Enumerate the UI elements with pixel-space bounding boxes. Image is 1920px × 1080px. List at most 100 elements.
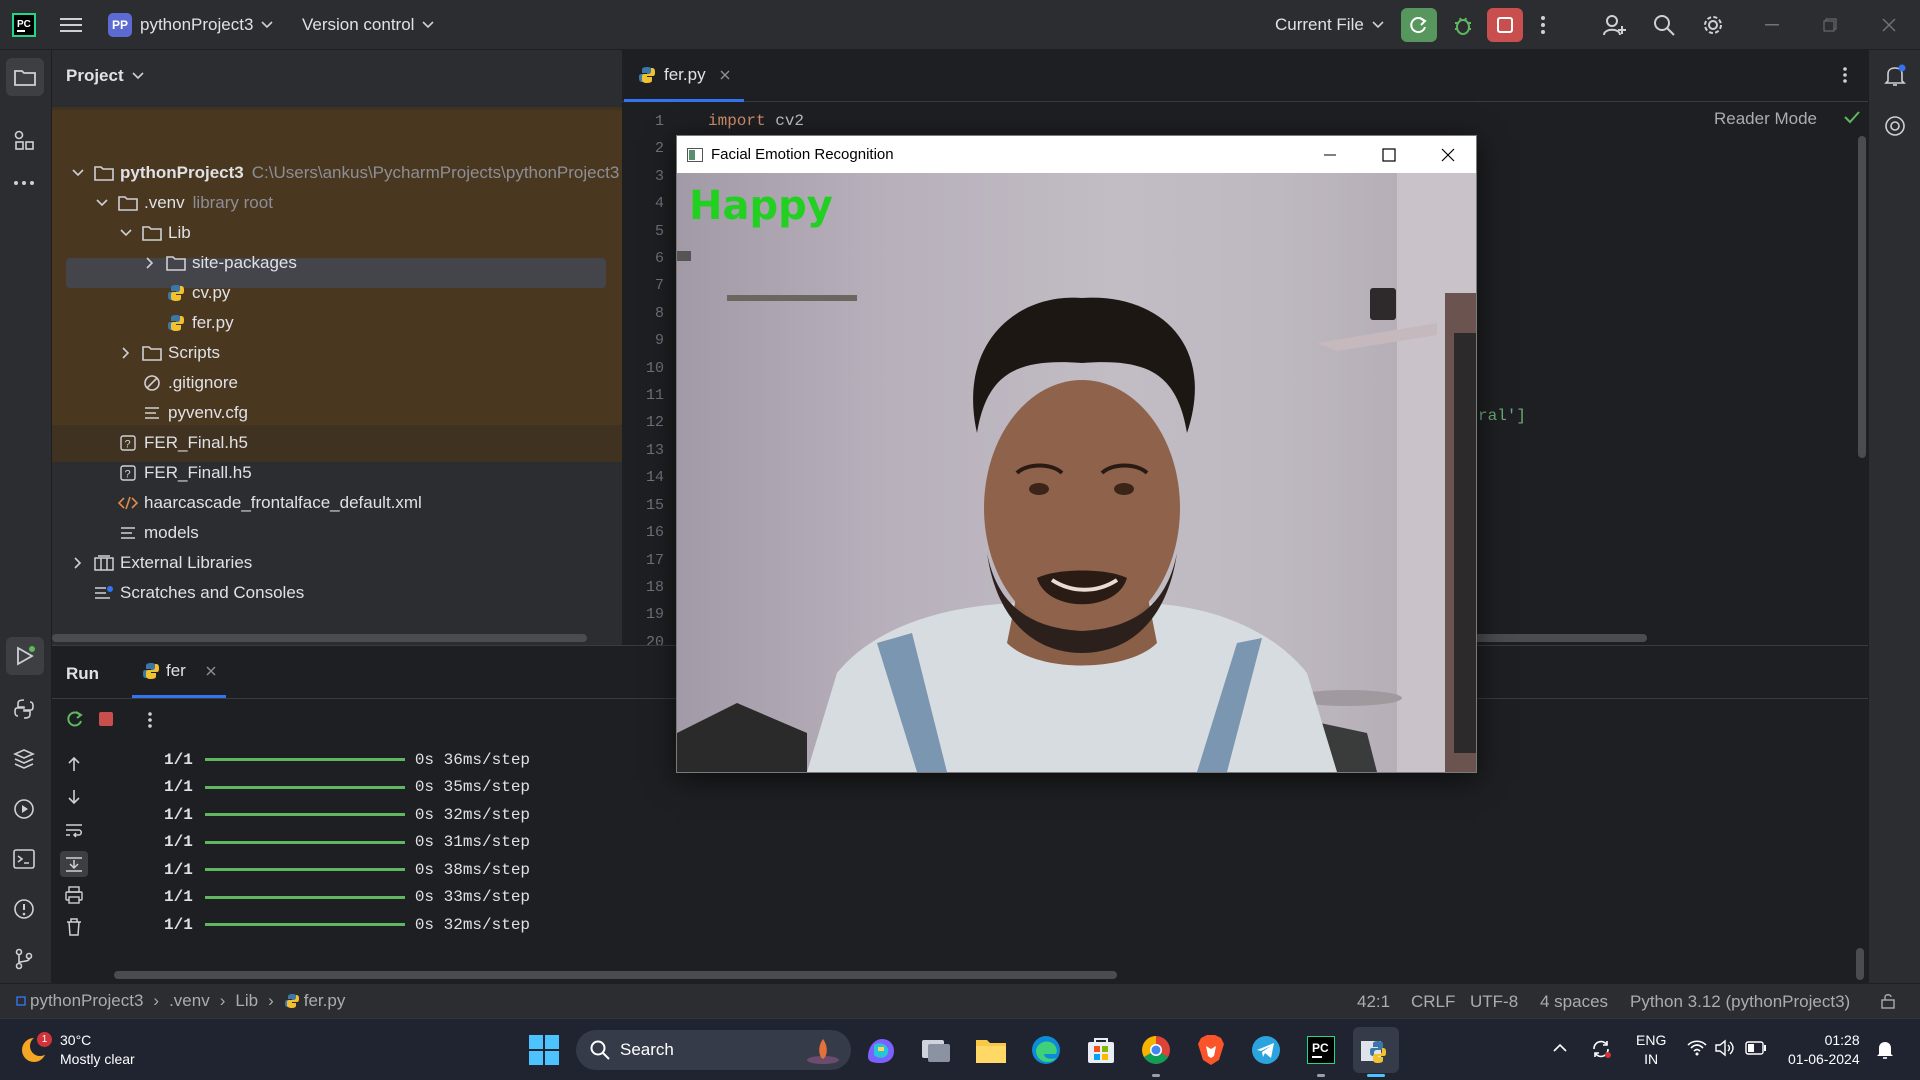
tree-row-site-packages[interactable]: site-packages: [140, 248, 297, 278]
more-actions-icon[interactable]: [1540, 0, 1546, 50]
editor-tabs-menu-icon[interactable]: [1842, 66, 1848, 84]
weather-widget[interactable]: 1 30°C Mostly clear: [18, 1028, 135, 1072]
structure-icon[interactable]: [13, 130, 35, 152]
tree-row-cv-py[interactable]: cv.py: [164, 278, 230, 308]
pycharm-logo-icon[interactable]: PC: [12, 0, 36, 50]
search-icon[interactable]: [1653, 0, 1675, 50]
start-button-windows-icon[interactable]: [521, 1027, 567, 1073]
code-line-12-fragment[interactable]: ral']: [1478, 407, 1526, 425]
tree-row-scratches[interactable]: Scratches and Consoles: [92, 578, 304, 608]
clock[interactable]: 01:28 01-06-2024: [1788, 1031, 1860, 1069]
minimize-window-icon[interactable]: [1765, 0, 1779, 50]
python-packages-icon[interactable]: [13, 748, 35, 770]
editor-tab-fer-py[interactable]: fer.py: [624, 50, 744, 102]
run-config-selector[interactable]: Current File: [1275, 0, 1384, 50]
more-tools-icon[interactable]: [13, 180, 35, 186]
reader-mode-button[interactable]: Reader Mode: [1714, 108, 1817, 130]
file-encoding[interactable]: UTF-8: [1470, 992, 1518, 1012]
tree-row-models[interactable]: models: [116, 518, 199, 548]
scroll-to-end-icon[interactable]: [60, 851, 88, 877]
more-actions-icon[interactable]: [147, 711, 153, 729]
run-tool-icon[interactable]: [6, 637, 44, 675]
debug-button[interactable]: [1452, 0, 1474, 50]
tree-row-pyvenv-cfg[interactable]: pyvenv.cfg: [140, 398, 248, 428]
run-tab-fer[interactable]: fer: [132, 646, 226, 698]
project-selector[interactable]: PP pythonProject3: [108, 0, 273, 50]
cv-minimize-icon[interactable]: [1323, 148, 1337, 162]
language-indicator[interactable]: ENG IN: [1636, 1031, 1666, 1069]
print-icon[interactable]: [65, 886, 83, 904]
tree-row-fer-finall-h5[interactable]: ? FER_Finall.h5: [116, 458, 252, 488]
cv-close-icon[interactable]: [1441, 148, 1455, 162]
add-user-icon[interactable]: [1603, 0, 1627, 50]
soft-wrap-icon[interactable]: [65, 822, 83, 838]
telegram-icon[interactable]: [1243, 1027, 1289, 1073]
editor-vertical-scrollbar[interactable]: [1858, 136, 1866, 458]
python-app-taskbar-icon[interactable]: [1353, 1027, 1399, 1077]
tree-row-scripts[interactable]: Scripts: [116, 338, 220, 368]
close-window-icon[interactable]: [1882, 0, 1896, 50]
copilot-icon[interactable]: [858, 1027, 904, 1073]
breadcrumb-item[interactable]: Lib: [235, 991, 258, 1011]
trash-icon[interactable]: [66, 918, 82, 936]
tree-row-external-libraries[interactable]: External Libraries: [68, 548, 252, 578]
brave-browser-icon[interactable]: [1188, 1027, 1234, 1073]
tree-row-fer-py[interactable]: fer.py: [164, 308, 234, 338]
git-icon[interactable]: [13, 948, 35, 970]
battery-icon[interactable]: [1745, 1041, 1767, 1055]
editor-horizontal-scrollbar[interactable]: [1462, 634, 1647, 642]
caret-position[interactable]: 42:1: [1357, 992, 1390, 1012]
arrow-down-icon[interactable]: [67, 789, 81, 805]
notification-bell-icon[interactable]: [1876, 1040, 1894, 1060]
lock-open-icon[interactable]: [1880, 993, 1896, 1009]
services-icon[interactable]: [13, 798, 35, 820]
cv-maximize-icon[interactable]: [1382, 148, 1396, 162]
main-menu-icon[interactable]: [60, 0, 82, 50]
python-console-icon[interactable]: [13, 698, 35, 720]
tree-row-fer-final-h5[interactable]: ? FER_Final.h5: [116, 428, 248, 458]
problems-icon[interactable]: [13, 898, 35, 920]
microsoft-store-icon[interactable]: [1078, 1027, 1124, 1073]
tree-row-lib[interactable]: Lib: [116, 218, 191, 248]
cv-window-titlebar[interactable]: Facial Emotion Recognition: [677, 136, 1476, 173]
line-separator[interactable]: CRLF: [1411, 992, 1455, 1012]
inspection-ok-check-icon[interactable]: [1844, 110, 1860, 124]
tree-row-root[interactable]: pythonProject3 C:\Users\ankus\PycharmPro…: [68, 158, 622, 188]
facial-emotion-window[interactable]: Facial Emotion Recognition Happy: [676, 135, 1477, 773]
stop-icon[interactable]: [99, 712, 113, 726]
volume-icon[interactable]: [1715, 1039, 1735, 1057]
project-horizontal-scrollbar[interactable]: [52, 634, 587, 642]
chrome-browser-icon[interactable]: [1133, 1027, 1179, 1077]
tree-row-haarcascade-xml[interactable]: haarcascade_frontalface_default.xml: [116, 488, 422, 518]
edge-browser-icon[interactable]: [1023, 1027, 1069, 1073]
sync-icon[interactable]: [1590, 1038, 1612, 1060]
show-hidden-icons-chevron-icon[interactable]: [1553, 1043, 1567, 1053]
rerun-button[interactable]: [1401, 0, 1437, 50]
breadcrumb-item[interactable]: pythonProject3: [30, 991, 143, 1011]
python-interpreter[interactable]: Python 3.12 (pythonProject3): [1630, 992, 1850, 1012]
task-view-icon[interactable]: [913, 1027, 959, 1073]
ai-assistant-icon[interactable]: [1883, 114, 1907, 138]
console-horizontal-scrollbar[interactable]: [114, 971, 1117, 979]
taskbar-search-box[interactable]: Search: [576, 1030, 851, 1070]
project-panel-header[interactable]: Project: [66, 50, 144, 102]
wifi-icon[interactable]: [1687, 1040, 1707, 1056]
arrow-up-icon[interactable]: [67, 756, 81, 772]
indent-setting[interactable]: 4 spaces: [1540, 992, 1608, 1012]
file-explorer-icon[interactable]: [968, 1027, 1014, 1073]
pycharm-taskbar-icon[interactable]: PC: [1298, 1027, 1344, 1077]
stop-button[interactable]: [1487, 0, 1523, 50]
rerun-icon[interactable]: [66, 710, 84, 728]
tree-row-gitignore[interactable]: .gitignore: [140, 368, 238, 398]
console-vertical-scrollbar[interactable]: [1856, 948, 1864, 980]
notifications-bell-icon[interactable]: [1883, 64, 1907, 88]
code-line-1[interactable]: import cv2: [708, 108, 804, 135]
restore-window-icon[interactable]: [1823, 0, 1837, 50]
terminal-icon[interactable]: [13, 848, 35, 870]
project-tool-folder-icon[interactable]: [6, 58, 44, 96]
breadcrumb-item[interactable]: fer.py: [304, 991, 346, 1011]
vcs-menu[interactable]: Version control: [302, 0, 435, 50]
close-tab-icon[interactable]: [720, 70, 730, 80]
breadcrumb-item[interactable]: .venv: [169, 991, 210, 1011]
settings-gear-icon[interactable]: [1702, 0, 1724, 50]
